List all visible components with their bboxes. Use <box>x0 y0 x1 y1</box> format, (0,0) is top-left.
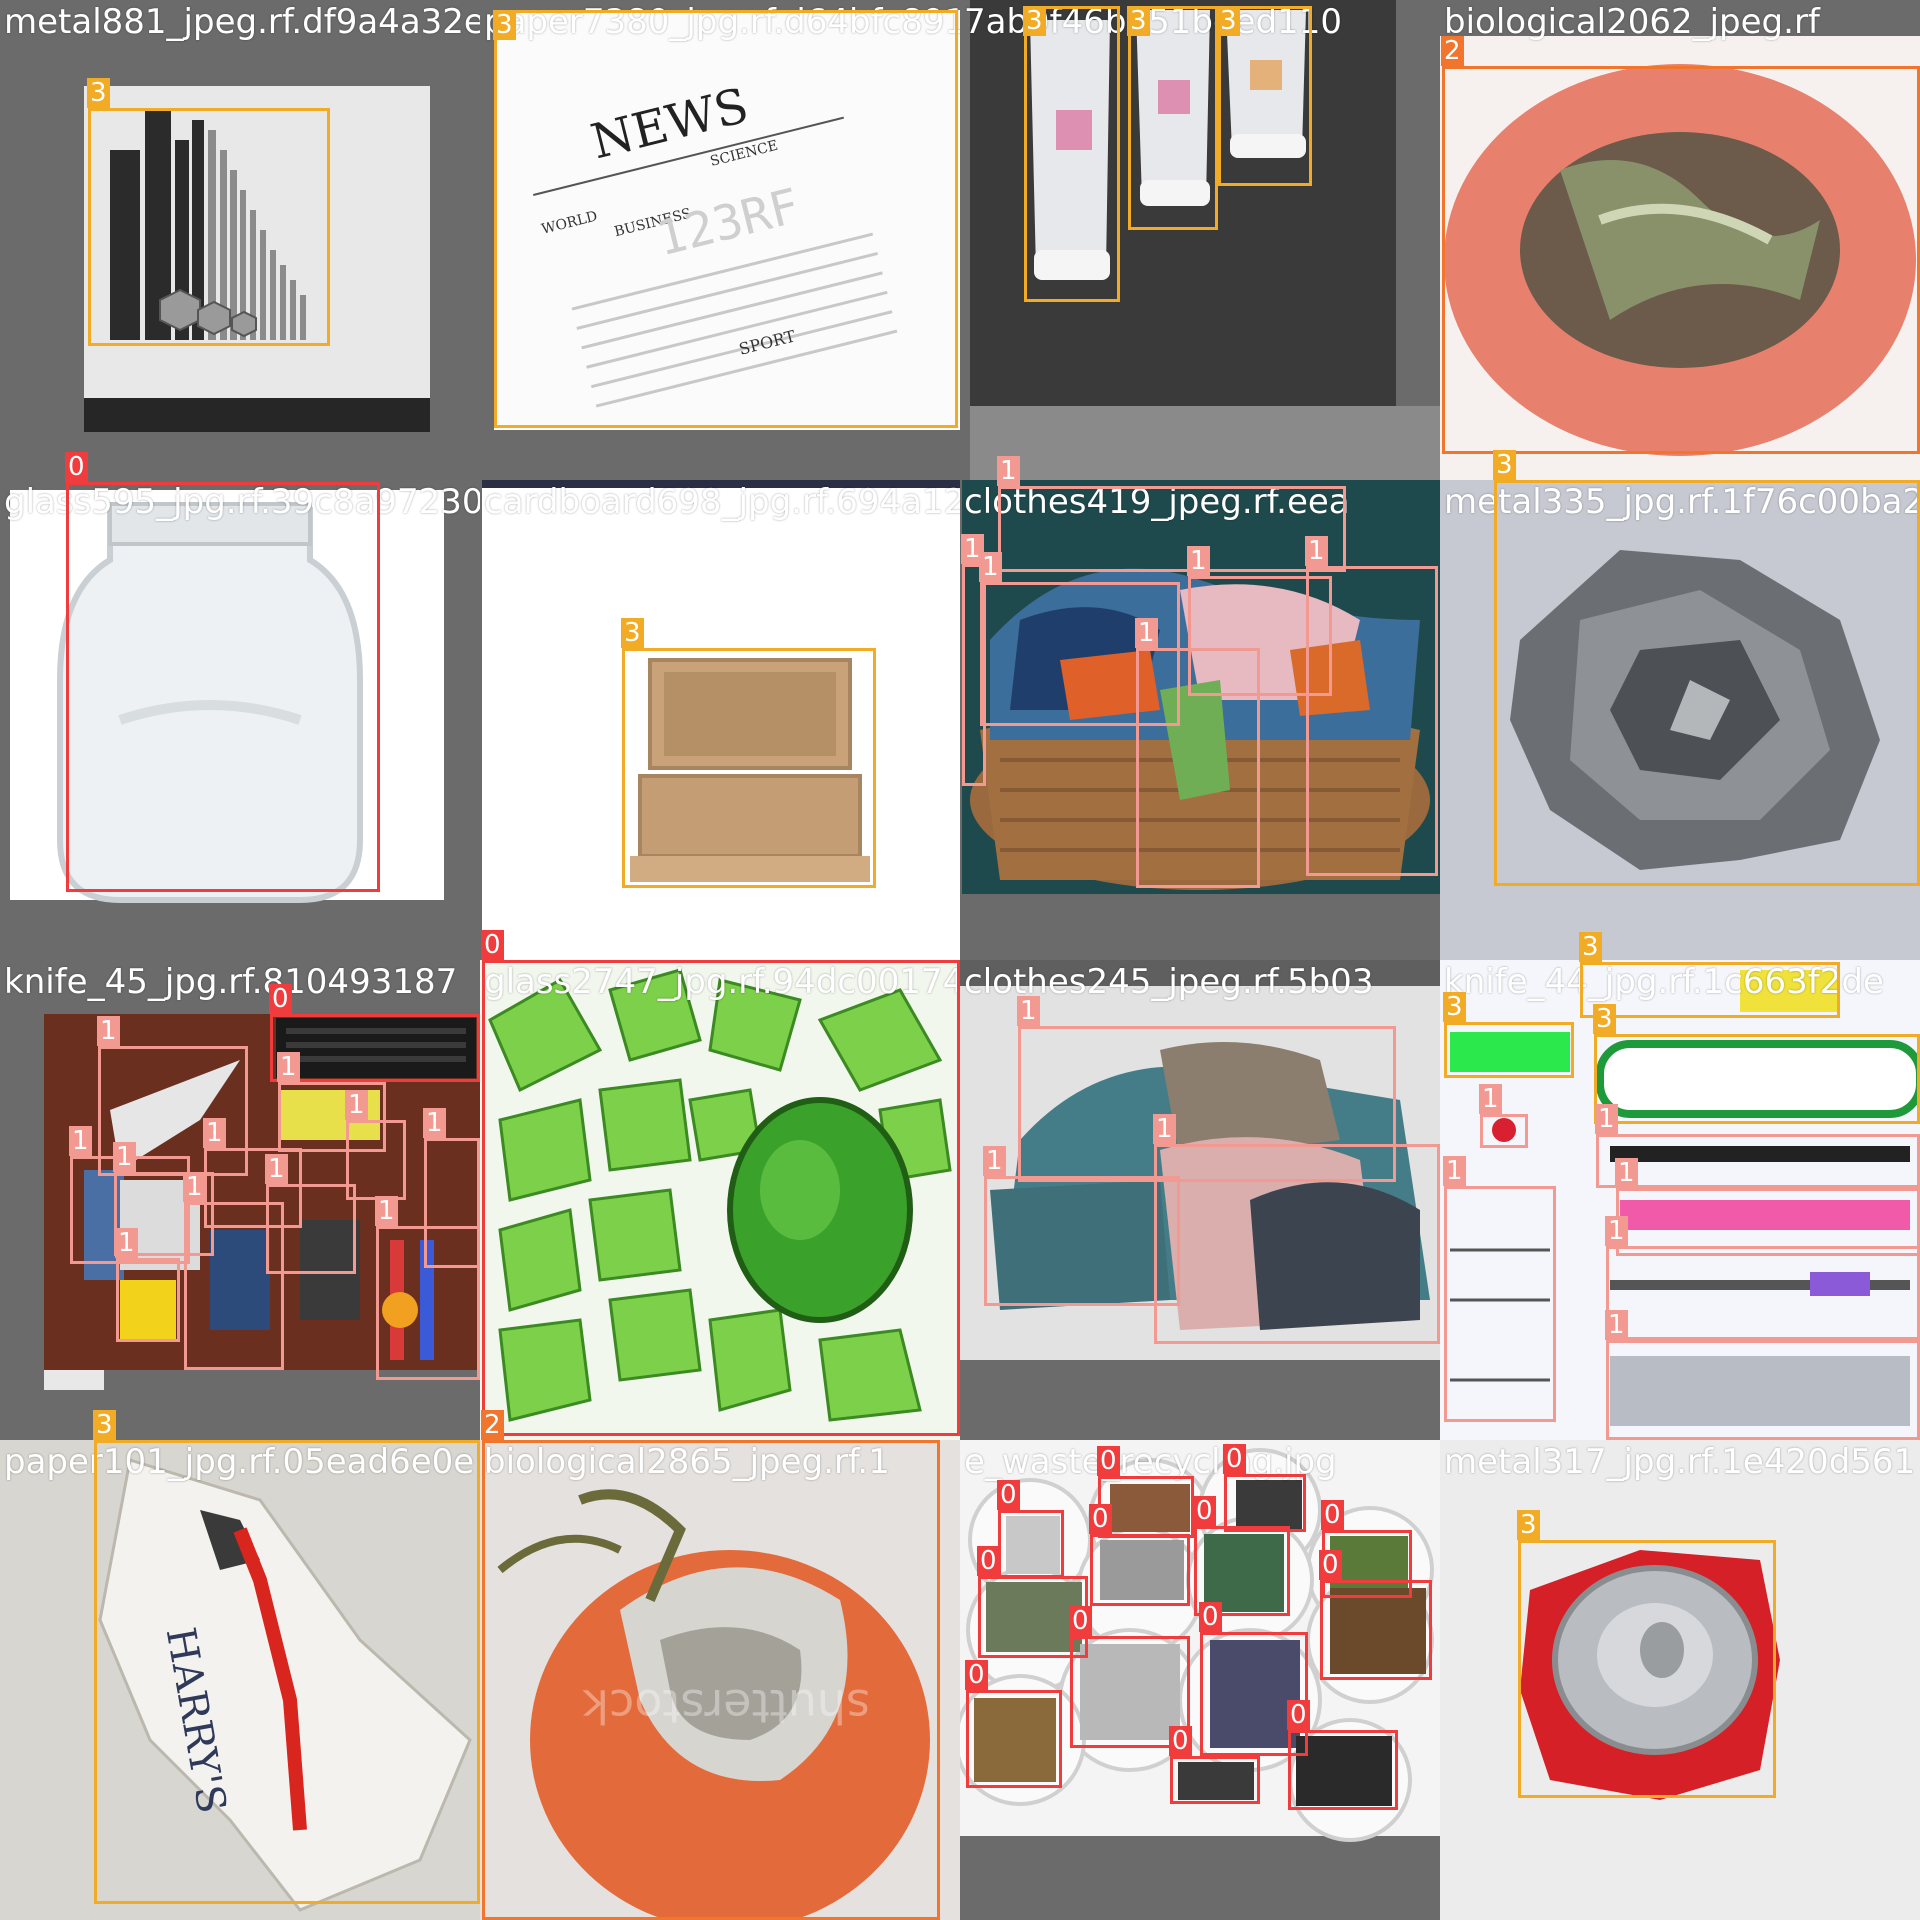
detection-mosaic: metal881_jpeg.rf.df9a4a32e NEWS WORLD SC… <box>0 0 1920 1920</box>
tile-clothes245: clothes245_jpeg.rf.5b03 <box>960 960 1440 1440</box>
cardboard-box-photo <box>482 480 960 960</box>
tile-metal335: metal335_jpg.rf.1f76c00ba2 <box>1440 480 1920 960</box>
tile-cardboard698: cardboard698_jpg.rf.694a12e <box>480 480 960 960</box>
moldy-tomato-photo: shutterstock <box>480 1440 960 1920</box>
tile-knife45: knife_45_jpg.rf.810493187 <box>0 960 480 1440</box>
stationery-items-photo <box>1440 960 1920 1440</box>
tools-on-table-photo <box>44 1014 480 1390</box>
crushed-can-photo <box>1440 1440 1920 1920</box>
laundry-basket-photo <box>962 480 1440 960</box>
e-waste-bowls-photo <box>960 1440 1440 1920</box>
tile-paper101: HARRY'S paper101_jpg.rf.05ead6e0e <box>0 1440 480 1920</box>
rotten-food-plate-photo <box>1440 36 1920 480</box>
clothes-pile-photo <box>960 960 1440 1440</box>
crumpled-wrapper-photo: HARRY'S <box>0 1440 480 1920</box>
tile-knife44: knife_44_jpg.rf.1c663f2de <box>1440 960 1920 1440</box>
svg-text:shutterstock: shutterstock <box>582 1679 870 1733</box>
tile-metal317: metal317_jpg.rf.1e420d561 <box>1440 1440 1920 1920</box>
bolts-and-nuts-photo <box>84 86 430 432</box>
tile-e-waste: e_waste_recycling.jpg <box>960 1440 1440 1920</box>
newspaper-photo: NEWS WORLD SCIENCE BUSINESS 123RF SPORT <box>494 10 960 430</box>
tile-cups: 7ab9f46b351bded110 <box>960 0 1440 480</box>
tile-clothes419: clothes419_jpeg.rf.eea <box>960 480 1440 960</box>
tile-biological2865: shutterstock biological2865_jpeg.rf.1 <box>480 1440 960 1920</box>
tile-paper7380: NEWS WORLD SCIENCE BUSINESS 123RF SPORT … <box>480 0 960 480</box>
paper-cups-photo <box>970 0 1440 480</box>
tile-metal881: metal881_jpeg.rf.df9a4a32e <box>0 0 480 480</box>
tile-glass2747: glass2747_jpg.rf.94dc00174 <box>480 960 960 1440</box>
tile-glass595: glass595_jpg.rf.39c8a972306 <box>0 480 480 960</box>
broken-green-glass-photo <box>480 960 960 1440</box>
mason-jar-photo <box>10 490 444 903</box>
tile-biological2062: biological2062_jpeg.rf <box>1440 0 1920 480</box>
crumpled-foil-photo <box>1440 480 1920 960</box>
